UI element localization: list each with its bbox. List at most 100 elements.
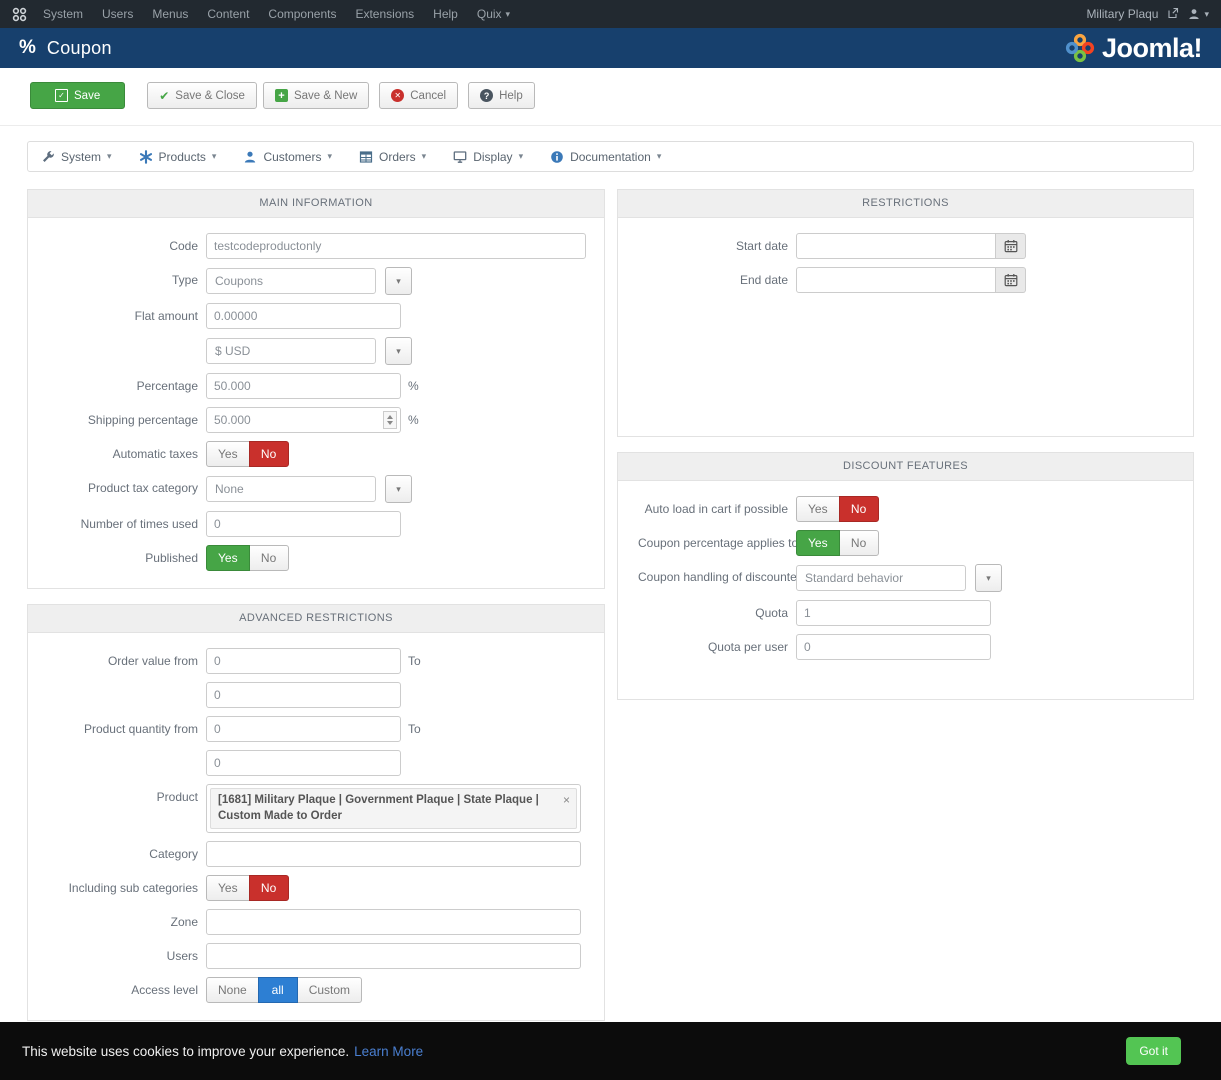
save-close-label: Save & Close (175, 90, 245, 102)
product-quantity-from-input[interactable] (206, 716, 401, 742)
published-no-button[interactable]: No (249, 545, 289, 571)
panel-discount-features-title: DISCOUNT FEATURES (618, 453, 1193, 481)
menubar-item-products[interactable]: Products ▾ (139, 150, 217, 164)
admin-menu-components[interactable]: Components (268, 7, 336, 21)
shipping-percentage-label: Shipping percentage (48, 407, 206, 433)
menubar-item-display[interactable]: Display ▾ (453, 150, 523, 164)
admin-menu-quix[interactable]: Quix ▾ (477, 7, 510, 21)
shipping-percentage-input[interactable] (206, 407, 401, 433)
admin-menu-help[interactable]: Help (433, 7, 458, 21)
code-label: Code (48, 233, 206, 259)
coupon-percentage-applies-no-button[interactable]: No (839, 530, 879, 556)
to-label: To (408, 722, 421, 736)
including-sub-categories-label: Including sub categories (48, 875, 206, 901)
menubar-item-customers[interactable]: Customers ▾ (243, 150, 332, 164)
currency-select[interactable]: $ USD (206, 338, 376, 364)
coupon-percentage-applies-label: Coupon percentage applies to proc (638, 530, 796, 556)
admin-menu-menus[interactable]: Menus (152, 7, 188, 21)
joomla-logo-icon (1065, 33, 1095, 63)
admin-menu-content[interactable]: Content (207, 7, 249, 21)
start-date-calendar-button[interactable] (996, 233, 1026, 259)
order-value-to-input[interactable] (206, 682, 401, 708)
automatic-taxes-no-button[interactable]: No (249, 441, 289, 467)
user-menu[interactable]: ▾ (1188, 8, 1209, 20)
admin-menu-quix-label: Quix (477, 7, 502, 21)
type-select[interactable]: Coupons (206, 268, 376, 294)
access-level-custom-button[interactable]: Custom (297, 977, 362, 1003)
menubar-item-system[interactable]: System ▾ (41, 150, 112, 164)
product-quantity-from-label: Product quantity from (48, 716, 206, 742)
site-name-link[interactable]: Military Plaqu (1086, 7, 1158, 21)
users-label: Users (48, 943, 206, 969)
help-button[interactable]: ? Help (468, 82, 535, 109)
automatic-taxes-yes-button[interactable]: Yes (206, 441, 250, 467)
admin-menu-extensions[interactable]: Extensions (355, 7, 414, 21)
toolbar-group-save: ✔ Save & Close + Save & New (147, 82, 369, 109)
joomla-logo: Joomla! (1065, 33, 1202, 64)
external-link-icon[interactable] (1167, 7, 1179, 22)
coupon-handling-select[interactable]: Standard behavior (796, 565, 966, 591)
published-yes-button[interactable]: Yes (206, 545, 250, 571)
currency-select-caret-button[interactable]: ▾ (385, 337, 412, 365)
got-it-button[interactable]: Got it (1126, 1037, 1181, 1065)
panel-advanced-restrictions-title: ADVANCED RESTRICTIONS (28, 605, 604, 633)
quota-per-user-input[interactable] (796, 634, 991, 660)
menubar-item-orders[interactable]: Orders ▾ (359, 150, 426, 164)
menubar-item-documentation[interactable]: Documentation ▾ (550, 150, 661, 164)
chevron-down-icon: ▾ (327, 151, 332, 162)
coupon-handling-label: Coupon handling of discounted pro (638, 564, 796, 590)
cancel-button[interactable]: ✕ Cancel (379, 82, 458, 109)
order-value-from-input[interactable] (206, 648, 401, 674)
quota-input[interactable] (796, 600, 991, 626)
panel-main-information-title: MAIN INFORMATION (28, 190, 604, 218)
product-quantity-to-input[interactable] (206, 750, 401, 776)
save-button[interactable]: ✓ Save (30, 82, 125, 109)
product-tax-category-caret-button[interactable]: ▾ (385, 475, 412, 503)
product-tax-category-select[interactable]: None (206, 476, 376, 502)
admin-menu-system[interactable]: System (43, 7, 83, 21)
number-of-times-used-input[interactable] (206, 511, 401, 537)
joomla-icon (12, 7, 27, 22)
chevron-down-icon: ▾ (519, 151, 524, 162)
display-icon (453, 150, 467, 164)
menubar-item-label: Display (473, 150, 512, 164)
admin-menu: System Users Menus Content Components Ex… (43, 7, 510, 21)
end-date-input[interactable] (796, 267, 996, 293)
remove-product-icon[interactable]: × (563, 792, 570, 808)
access-level-none-button[interactable]: None (206, 977, 259, 1003)
start-date-input[interactable] (796, 233, 996, 259)
auto-load-yes-button[interactable]: Yes (796, 496, 840, 522)
coupon-percentage-applies-yes-button[interactable]: Yes (796, 530, 840, 556)
save-new-label: Save & New (294, 90, 357, 102)
auto-load-no-button[interactable]: No (839, 496, 879, 522)
including-sub-categories-no-button[interactable]: No (249, 875, 289, 901)
flat-amount-input[interactable] (206, 303, 401, 329)
percentage-input[interactable] (206, 373, 401, 399)
quota-per-user-label: Quota per user (638, 634, 796, 660)
code-input[interactable] (206, 233, 586, 259)
type-select-caret-button[interactable]: ▾ (385, 267, 412, 295)
product-selector[interactable]: [1681] Military Plaque | Government Plaq… (206, 784, 581, 833)
zone-input[interactable] (206, 909, 581, 935)
toolbar-group-cancel: ✕ Cancel (379, 82, 458, 109)
including-sub-categories-yes-button[interactable]: Yes (206, 875, 250, 901)
quota-label: Quota (638, 600, 796, 626)
coupon-handling-caret-button[interactable]: ▾ (975, 564, 1002, 592)
number-spinner[interactable] (383, 411, 397, 429)
save-icon: ✓ (55, 89, 68, 102)
automatic-taxes-label: Automatic taxes (48, 441, 206, 467)
users-input[interactable] (206, 943, 581, 969)
order-value-from-label: Order value from (48, 648, 206, 674)
page: System Users Menus Content Components Ex… (0, 0, 1221, 1080)
category-input[interactable] (206, 841, 581, 867)
access-level-all-button[interactable]: all (258, 977, 298, 1003)
save-close-button[interactable]: ✔ Save & Close (147, 82, 257, 109)
save-new-button[interactable]: + Save & New (263, 82, 369, 109)
percent-suffix: % (408, 413, 419, 427)
end-date-calendar-button[interactable] (996, 267, 1026, 293)
chevron-down-icon: ▾ (422, 151, 427, 162)
panel-advanced-restrictions: ADVANCED RESTRICTIONS Order value from T… (27, 604, 605, 1021)
learn-more-link[interactable]: Learn More (354, 1044, 423, 1059)
admin-menu-users[interactable]: Users (102, 7, 133, 21)
chevron-down-icon: ▾ (212, 151, 217, 162)
